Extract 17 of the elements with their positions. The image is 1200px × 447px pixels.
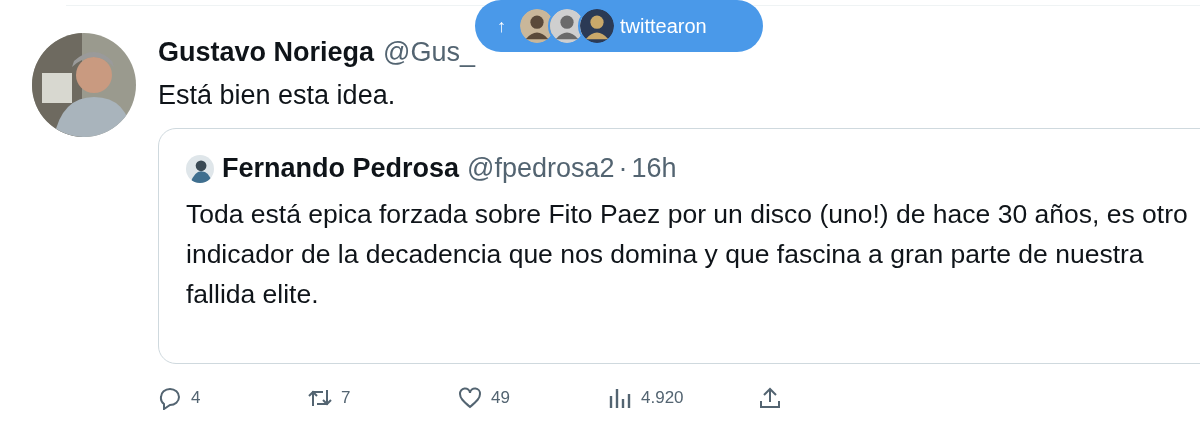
bar-chart-icon[interactable] (608, 386, 632, 410)
quoted-author-handle[interactable]: @fpedrosa2 (467, 153, 615, 184)
action-count: 4.920 (641, 388, 684, 408)
heart-icon[interactable] (458, 386, 482, 410)
quoted-tweet-text: Toda está epica forzada sobre Fito Paez por un disco (uno!) de hace 30 años, es otro indicador de la decadencia que nos domina y que fascina a gran parte de nuestra fallida elite. (186, 198, 1189, 311)
action-count: 7 (341, 388, 351, 408)
speech-bubble-icon[interactable] (158, 386, 182, 410)
quoted-tweet-card[interactable] (158, 128, 1200, 364)
quoted-author-name[interactable]: Fernando Pedrosa (222, 153, 460, 184)
quoted-time[interactable]: 16h (631, 153, 677, 184)
share-icon[interactable] (758, 386, 782, 410)
author-name[interactable]: Gustavo Noriega (158, 37, 375, 68)
action-count: 49 (491, 388, 510, 408)
separator-dot: · (618, 153, 628, 184)
tweet-text: Está bien esta idea. (158, 79, 397, 112)
author-handle[interactable]: @Gus_ (383, 37, 475, 68)
action-count: 4 (191, 388, 201, 408)
